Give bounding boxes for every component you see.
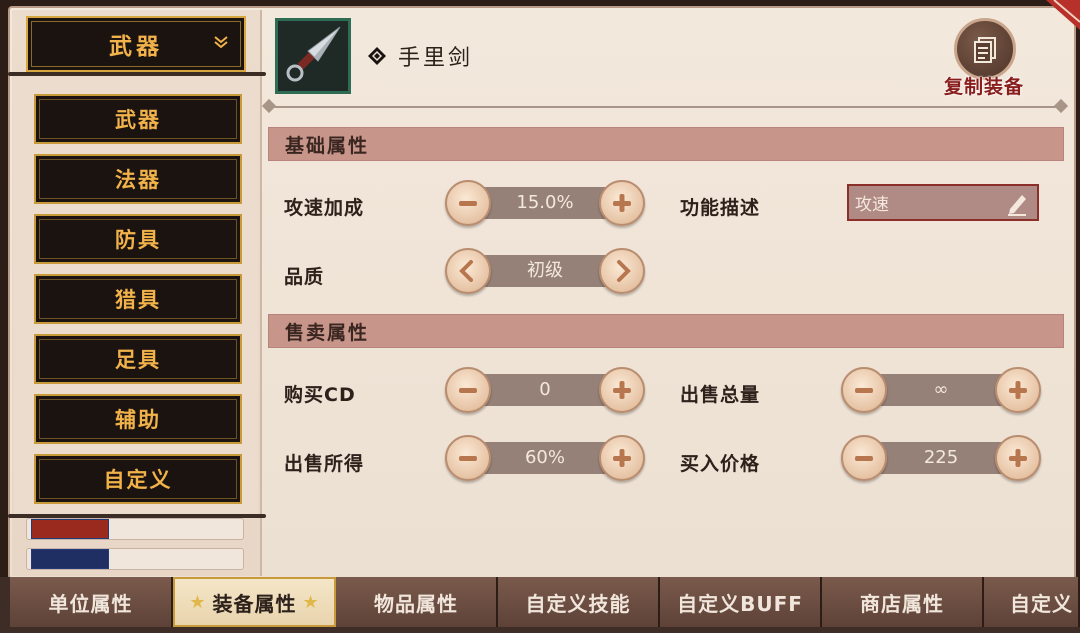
tab-custom-skill[interactable]: 自定义技能: [498, 577, 660, 627]
description-field[interactable]: 攻速: [847, 184, 1039, 221]
menu-item-label: 武器: [115, 108, 161, 132]
tab-label: 自定义: [1010, 591, 1073, 616]
tab-equipment-attributes[interactable]: ★ 装备属性 ★: [173, 577, 336, 627]
chevron-right-icon: [617, 260, 631, 282]
bottom-tab-bar: 单位属性 ★ 装备属性 ★ 物品属性 自定义技能 自定义BUFF 商店属性 自定…: [0, 577, 1080, 633]
plus-icon: [613, 381, 631, 399]
increment-button[interactable]: [599, 435, 645, 481]
buy-price-label: 买入价格: [680, 453, 761, 475]
total-stock-stepper: ∞: [841, 365, 1041, 415]
menu-item-armor[interactable]: 防具: [34, 214, 242, 264]
attack-speed-value: 15.0%: [516, 192, 574, 213]
menu-item-label: 辅助: [115, 408, 161, 432]
tab-label: 自定义BUFF: [677, 591, 803, 616]
copy-equipment-label: 复制装备: [943, 76, 1024, 98]
copy-icon: [954, 18, 1016, 80]
description-value: 攻速: [855, 195, 889, 215]
chevron-left-icon: [459, 260, 473, 282]
star-icon: ★: [302, 591, 320, 613]
menu-item-footwear[interactable]: 足具: [34, 334, 242, 384]
description-label: 功能描述: [680, 197, 761, 219]
tab-label: 装备属性: [212, 591, 297, 616]
kunai-icon: [286, 26, 341, 82]
buy-cd-label: 购买CD: [284, 384, 356, 406]
menu-item-magic-tool[interactable]: 法器: [34, 154, 242, 204]
chevron-down-icon: [212, 32, 230, 54]
minus-icon: [855, 456, 873, 461]
decrement-button[interactable]: [445, 367, 491, 413]
item-thumbnail: [31, 549, 109, 569]
dropdown-divider: [8, 72, 266, 76]
list-item[interactable]: [26, 518, 244, 540]
plus-icon: [1009, 381, 1027, 399]
tab-custom-buff[interactable]: 自定义BUFF: [660, 577, 822, 627]
minus-icon: [459, 388, 477, 393]
menu-item-label: 足具: [115, 348, 161, 372]
sell-return-stepper: 60%: [445, 433, 645, 483]
section-header-sale: 售卖属性: [268, 314, 1064, 348]
header-divider: [268, 106, 1064, 108]
menu-item-label: 法器: [115, 168, 161, 192]
category-dropdown[interactable]: 武器: [26, 16, 246, 72]
menu-item-label: 防具: [115, 228, 161, 252]
next-button[interactable]: [599, 248, 645, 294]
menu-item-hunting-gear[interactable]: 猎具: [34, 274, 242, 324]
menu-item-label: 自定义: [103, 468, 173, 492]
tab-label: 单位属性: [48, 591, 133, 616]
corner-ornament: [1036, 0, 1080, 30]
tab-unit-attributes[interactable]: 单位属性: [10, 577, 173, 627]
edit-icon[interactable]: [1005, 190, 1029, 221]
decrement-button[interactable]: [841, 435, 887, 481]
menu-divider: [8, 514, 266, 518]
tab-shop-attributes[interactable]: 商店属性: [822, 577, 984, 627]
sell-return-label: 出售所得: [284, 453, 365, 475]
decrement-button[interactable]: [841, 367, 887, 413]
diamond-icon: [366, 45, 388, 67]
quality-label: 品质: [284, 266, 325, 288]
attack-speed-stepper: 15.0%: [445, 178, 645, 228]
minus-icon: [855, 388, 873, 393]
plus-icon: [1009, 449, 1027, 467]
total-stock-value: ∞: [933, 379, 949, 400]
menu-item-weapon[interactable]: 武器: [34, 94, 242, 144]
quality-value: 初级: [527, 260, 563, 281]
buy-cd-stepper: 0: [445, 365, 645, 415]
menu-item-auxiliary[interactable]: 辅助: [34, 394, 242, 444]
plus-icon: [613, 449, 631, 467]
item-name: 手里剑: [398, 46, 474, 71]
minus-icon: [459, 201, 477, 206]
copy-equipment-button[interactable]: 复制装备: [936, 14, 1032, 98]
decrement-button[interactable]: [445, 180, 491, 226]
category-dropdown-label: 武器: [109, 34, 163, 60]
increment-button[interactable]: [599, 180, 645, 226]
tab-item-attributes[interactable]: 物品属性: [336, 577, 498, 627]
increment-button[interactable]: [599, 367, 645, 413]
quality-selector: 初级: [445, 246, 645, 296]
tab-custom[interactable]: 自定义: [984, 577, 1080, 627]
previous-button[interactable]: [445, 248, 491, 294]
sell-return-value: 60%: [524, 447, 565, 468]
tab-label: 物品属性: [374, 591, 458, 616]
menu-item-custom[interactable]: 自定义: [34, 454, 242, 504]
item-thumbnail: [31, 519, 109, 539]
list-item[interactable]: [26, 548, 244, 570]
buy-price-stepper: 225: [841, 433, 1041, 483]
increment-button[interactable]: [995, 435, 1041, 481]
minus-icon: [459, 456, 477, 461]
increment-button[interactable]: [995, 367, 1041, 413]
star-icon: ★: [189, 591, 207, 613]
category-menu: 武器 法器 防具 猎具 足具 辅助 自定义: [14, 78, 258, 514]
tab-label: 自定义技能: [525, 591, 631, 616]
item-icon[interactable]: [275, 18, 351, 94]
menu-item-label: 猎具: [115, 288, 161, 312]
plus-icon: [613, 194, 631, 212]
attack-speed-label: 攻速加成: [284, 197, 365, 219]
decrement-button[interactable]: [445, 435, 491, 481]
section-header-basic: 基础属性: [268, 127, 1064, 161]
buy-price-value: 225: [923, 447, 959, 468]
tab-label: 商店属性: [860, 591, 944, 616]
total-stock-label: 出售总量: [680, 384, 761, 406]
buy-cd-value: 0: [539, 379, 551, 400]
